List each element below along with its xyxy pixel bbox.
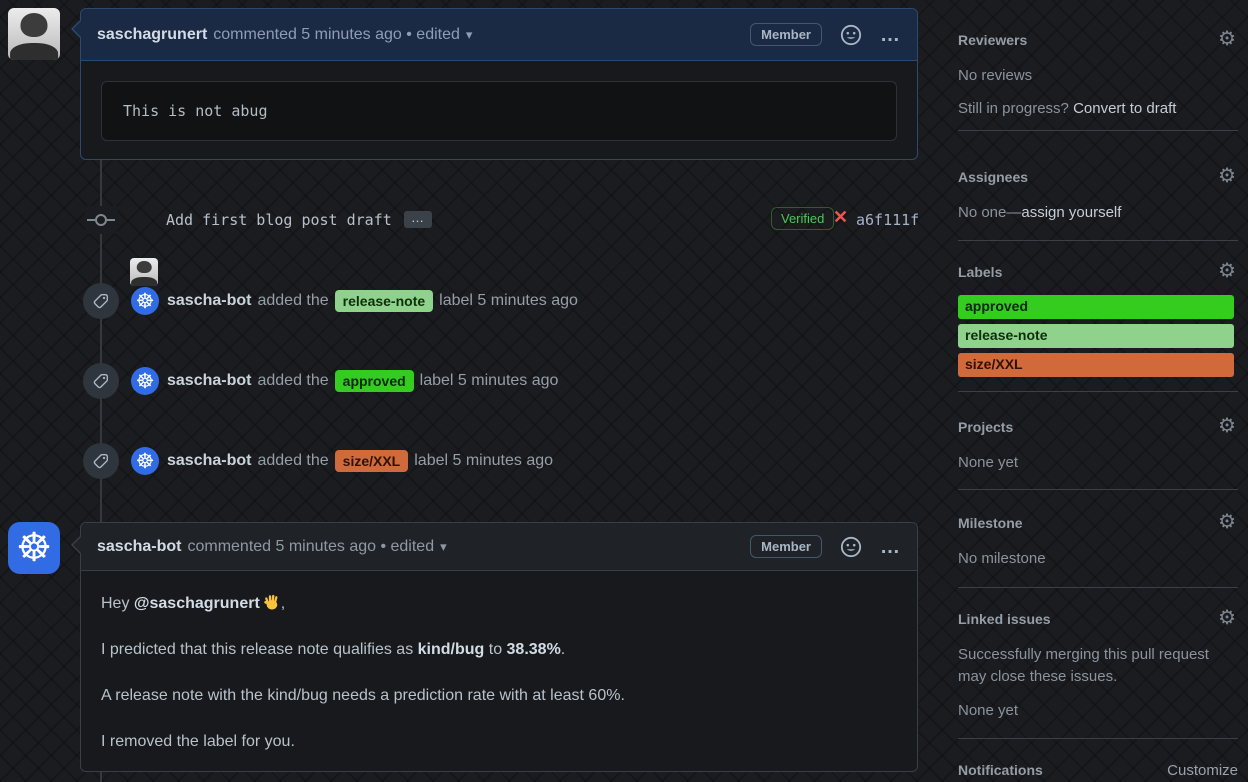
sidebar-section-reviewers: Reviewers ⚙ No reviews Still in progress… bbox=[958, 28, 1238, 120]
assignees-empty: No one—assign yourself bbox=[958, 204, 1122, 221]
gear-icon[interactable]: ⚙ bbox=[1218, 28, 1236, 48]
reviewers-empty: No reviews bbox=[958, 67, 1033, 84]
paragraph-requirement: A release note with the kind/bug needs a… bbox=[101, 687, 625, 704]
comment-meta: commented 5 minutes ago • edited bbox=[187, 537, 435, 555]
comment-author-link[interactable]: sascha-bot bbox=[97, 538, 181, 556]
comment-author-link[interactable]: saschagrunert bbox=[97, 26, 207, 44]
gear-icon[interactable]: ⚙ bbox=[1218, 415, 1236, 435]
tag-icon bbox=[83, 283, 119, 319]
divider bbox=[958, 240, 1238, 241]
commit-message-link[interactable]: Add first blog post draft bbox=[166, 211, 392, 229]
projects-empty: None yet bbox=[958, 454, 1019, 471]
labels-title: Labels bbox=[958, 264, 1003, 280]
sidebar-label-approved[interactable]: approved bbox=[958, 295, 1234, 319]
comment-saschagrunert: saschagrunert commented 5 minutes ago • … bbox=[80, 8, 918, 160]
commit-hash-link[interactable]: a6f111f bbox=[856, 211, 919, 229]
timeline-event-label-added: ☸ sascha-bot added the approved label 5 … bbox=[83, 363, 558, 399]
customize-link[interactable]: Customize bbox=[1167, 762, 1238, 779]
comment-sascha-bot: sascha-bot commented 5 minutes ago • edi… bbox=[80, 522, 918, 772]
gear-icon[interactable]: ⚙ bbox=[1218, 260, 1236, 280]
member-badge: Member bbox=[750, 535, 822, 558]
commit-author-avatar[interactable] bbox=[130, 258, 158, 286]
git-commit-icon bbox=[85, 206, 117, 234]
gear-icon[interactable]: ⚙ bbox=[1218, 607, 1236, 627]
label-chip-approved[interactable]: approved bbox=[334, 370, 414, 392]
tag-icon bbox=[83, 363, 119, 399]
comment-header: sascha-bot commented 5 minutes ago • edi… bbox=[81, 523, 917, 571]
paragraph-removed: I removed the label for you. bbox=[101, 733, 295, 750]
milestone-empty: No milestone bbox=[958, 550, 1046, 567]
divider bbox=[958, 391, 1238, 392]
avatar-sascha-bot[interactable]: ☸ bbox=[8, 522, 60, 574]
bot-avatar[interactable]: ☸ bbox=[131, 287, 159, 315]
sidebar-section-labels: Labels ⚙ approved release-note size/XXL bbox=[958, 260, 1238, 382]
code-text: This is not abug bbox=[123, 102, 268, 120]
kubernetes-wheel-icon: ☸ bbox=[16, 525, 52, 571]
event-user-link[interactable]: sascha-bot bbox=[167, 452, 251, 470]
sidebar-section-assignees: Assignees ⚙ No one—assign yourself bbox=[958, 165, 1238, 224]
comment-body: Hey @saschagrunert, I predicted that thi… bbox=[81, 571, 917, 754]
avatar-silhouette bbox=[20, 12, 48, 37]
divider bbox=[958, 489, 1238, 490]
sidebar-section-milestone: Milestone ⚙ No milestone bbox=[958, 511, 1238, 570]
timeline-event-label-added: ☸ sascha-bot added the release-note labe… bbox=[83, 283, 578, 319]
linked-issues-desc: Successfully merging this pull request m… bbox=[958, 646, 1209, 685]
member-badge: Member bbox=[750, 23, 822, 46]
paragraph-prediction: I predicted that this release note quali… bbox=[101, 641, 566, 658]
reviewers-hint: Still in progress? Convert to draft bbox=[958, 100, 1177, 117]
bot-avatar[interactable]: ☸ bbox=[131, 367, 159, 395]
verified-badge[interactable]: Verified bbox=[771, 207, 835, 230]
divider bbox=[958, 738, 1238, 739]
mention-link[interactable]: @saschagrunert bbox=[134, 595, 260, 612]
sidebar-label-size-xxl[interactable]: size/XXL bbox=[958, 353, 1234, 377]
timeline-event-label-added: ☸ sascha-bot added the size/XXL label 5 … bbox=[83, 443, 553, 479]
milestone-title: Milestone bbox=[958, 515, 1023, 531]
label-chip-release-note[interactable]: release-note bbox=[334, 290, 434, 312]
paragraph-greeting: Hey @saschagrunert, bbox=[101, 592, 897, 616]
commit-expand-button[interactable]: … bbox=[404, 211, 432, 228]
linked-issues-title: Linked issues bbox=[958, 611, 1051, 627]
divider bbox=[958, 587, 1238, 588]
label-chip-size-xxl[interactable]: size/XXL bbox=[334, 450, 409, 472]
avatar-saschagrunert[interactable] bbox=[8, 8, 60, 60]
kebab-menu-icon[interactable]: … bbox=[880, 537, 901, 557]
emoji-reaction-icon[interactable] bbox=[840, 536, 862, 558]
event-user-link[interactable]: sascha-bot bbox=[167, 292, 251, 310]
reviewers-title: Reviewers bbox=[958, 32, 1028, 48]
emoji-reaction-icon[interactable] bbox=[840, 24, 862, 46]
kebab-menu-icon[interactable]: … bbox=[880, 25, 901, 45]
gear-icon[interactable]: ⚙ bbox=[1218, 165, 1236, 185]
convert-to-draft-link[interactable]: Convert to draft bbox=[1073, 100, 1176, 117]
sidebar: Reviewers ⚙ No reviews Still in progress… bbox=[958, 0, 1238, 782]
sidebar-label-release-note[interactable]: release-note bbox=[958, 324, 1234, 348]
sidebar-section-linked-issues: Linked issues ⚙ Successfully merging thi… bbox=[958, 607, 1238, 722]
chevron-down-icon[interactable]: ▾ bbox=[440, 539, 447, 555]
chevron-down-icon[interactable]: ▾ bbox=[466, 27, 473, 43]
linked-issues-empty: None yet bbox=[958, 702, 1019, 719]
comment-meta: commented 5 minutes ago • edited bbox=[213, 25, 460, 43]
sidebar-section-notifications: Notifications Customize bbox=[958, 762, 1238, 779]
bot-avatar[interactable]: ☸ bbox=[131, 447, 159, 475]
waving-hand-icon bbox=[262, 592, 281, 611]
event-user-link[interactable]: sascha-bot bbox=[167, 372, 251, 390]
comment-header: saschagrunert commented 5 minutes ago • … bbox=[81, 9, 917, 61]
assign-yourself-link[interactable]: assign yourself bbox=[1021, 204, 1121, 221]
projects-title: Projects bbox=[958, 419, 1014, 435]
tag-icon bbox=[83, 443, 119, 479]
divider bbox=[958, 130, 1238, 131]
sidebar-section-projects: Projects ⚙ None yet bbox=[958, 415, 1238, 474]
status-failed-x-icon[interactable]: ✕ bbox=[833, 207, 848, 228]
assignees-title: Assignees bbox=[958, 169, 1029, 185]
comment-code-block: This is not abug bbox=[101, 81, 897, 141]
gear-icon[interactable]: ⚙ bbox=[1218, 511, 1236, 531]
